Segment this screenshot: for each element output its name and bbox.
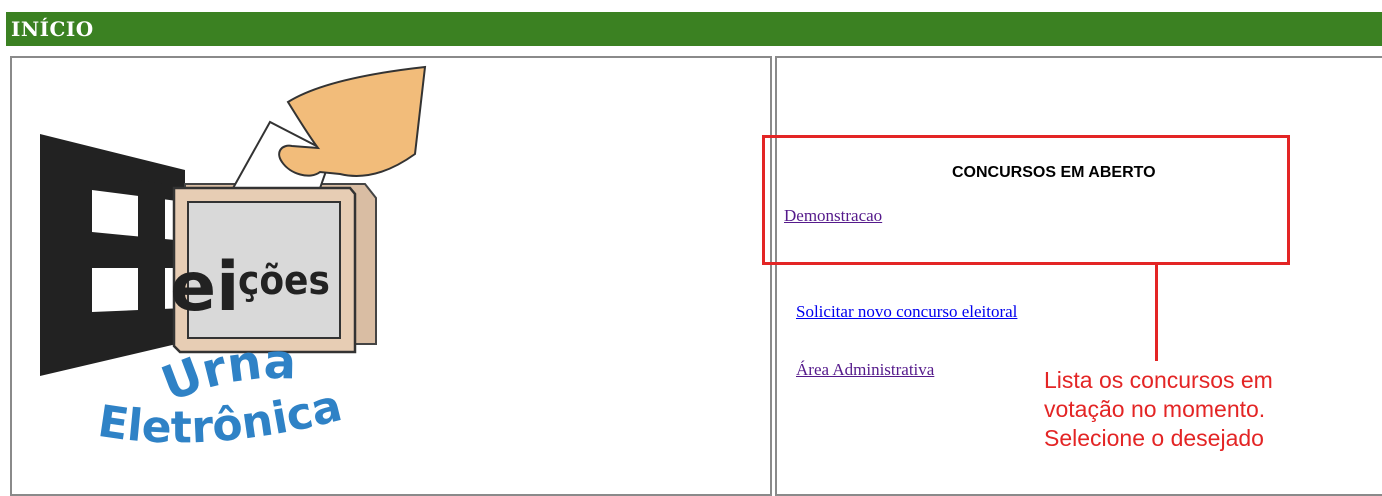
solicitar-concurso-link[interactable]: Solicitar novo concurso eleitoral: [796, 302, 1017, 322]
annotation-highlight-box: [762, 135, 1290, 265]
annotation-line-3: Selecione o desejado: [1044, 425, 1264, 451]
annotation-connector-line: [1155, 265, 1158, 361]
annotation-text: Lista os concursos em votação no momento…: [1044, 366, 1374, 453]
hand-shape: [278, 65, 427, 177]
annotation-line-1: Lista os concursos em: [1044, 367, 1273, 393]
area-administrativa-link[interactable]: Área Administrativa: [796, 360, 934, 380]
logo-letter-l-shape: [138, 180, 165, 348]
page-title: INÍCIO: [11, 17, 94, 41]
annotation-line-2: votação no momento.: [1044, 396, 1266, 422]
logo-text-coes: ções: [238, 258, 330, 304]
logo-text-ei: ei: [170, 248, 239, 327]
urna-eletronica-logo: ei ções Urna Eletrônica: [40, 65, 427, 454]
page-header: INÍCIO: [6, 12, 1382, 46]
